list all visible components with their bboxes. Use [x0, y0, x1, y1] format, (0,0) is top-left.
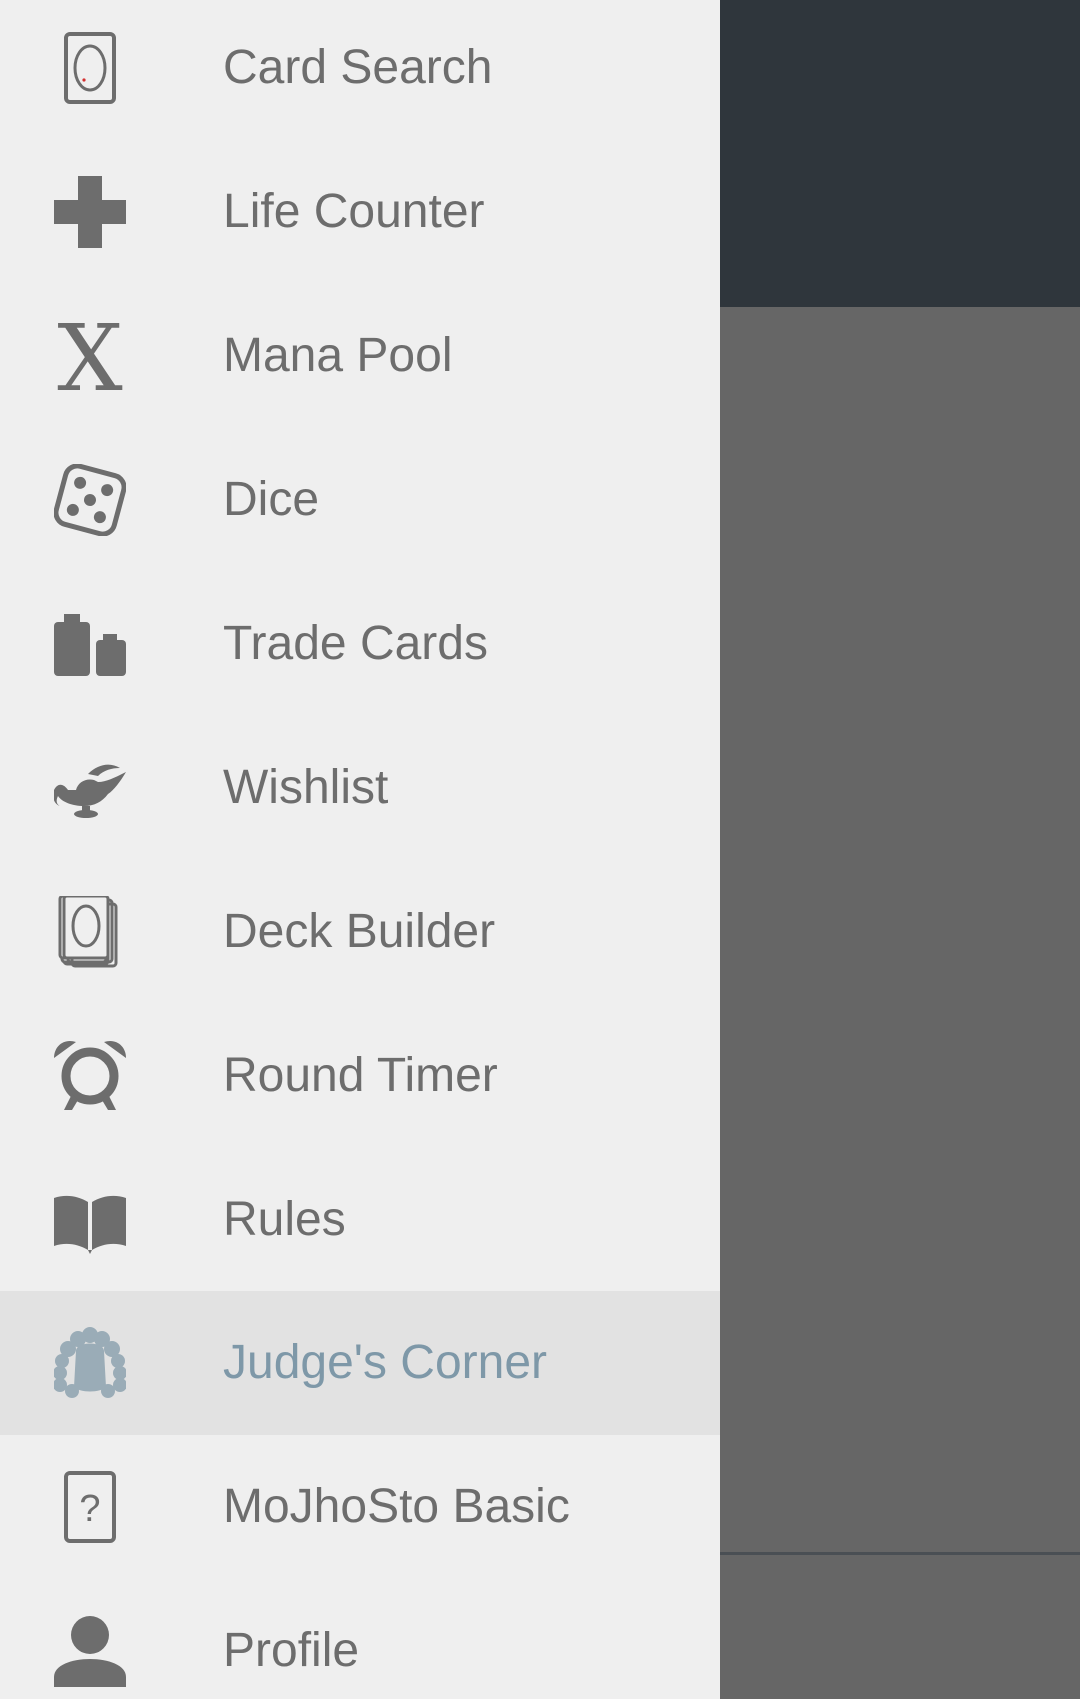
- nav-item-label: Life Counter: [223, 185, 485, 238]
- nav-item-wishlist[interactable]: Wishlist: [0, 716, 720, 860]
- x-icon: X: [54, 320, 126, 392]
- nav-item-label: Trade Cards: [223, 617, 488, 670]
- nav-item-label: MoJhoSto Basic: [223, 1480, 570, 1533]
- scale-weights-icon: [54, 608, 126, 680]
- question-card-icon: ?: [54, 1471, 126, 1543]
- alarm-clock-icon: [54, 1040, 126, 1112]
- nav-item-label: Round Timer: [223, 1049, 498, 1102]
- nav-item-trade-cards[interactable]: Trade Cards: [0, 572, 720, 716]
- svg-text:X: X: [57, 320, 123, 392]
- nav-item-label: Deck Builder: [223, 905, 496, 958]
- card-stack-icon: [54, 896, 126, 968]
- nav-item-dice[interactable]: Dice: [0, 428, 720, 572]
- nav-item-rules[interactable]: Rules: [0, 1148, 720, 1292]
- nav-item-label: Card Search: [223, 41, 493, 94]
- nav-item-label: Profile: [223, 1624, 360, 1677]
- nav-item-label: Wishlist: [223, 761, 389, 814]
- nav-item-judges-corner[interactable]: Judge's Corner: [0, 1291, 720, 1435]
- genie-lamp-icon: [54, 752, 126, 824]
- nav-item-label: Dice: [223, 473, 320, 526]
- person-icon: [54, 1615, 126, 1687]
- nav-item-profile[interactable]: Profile: [0, 1579, 720, 1699]
- nav-item-deck-builder[interactable]: Deck Builder: [0, 860, 720, 1004]
- nav-item-life-counter[interactable]: Life Counter: [0, 140, 720, 284]
- navigation-drawer: Card Search Life Counter X Mana Pool Dic…: [0, 0, 720, 1699]
- nav-item-card-search[interactable]: Card Search: [0, 0, 720, 140]
- nav-item-round-timer[interactable]: Round Timer: [0, 1004, 720, 1148]
- nav-item-label: Mana Pool: [223, 329, 453, 382]
- dice-icon: [54, 464, 126, 536]
- svg-text:?: ?: [79, 1488, 100, 1530]
- judge-wig-icon: [54, 1327, 126, 1399]
- open-book-icon: [54, 1184, 126, 1256]
- nav-item-mojhosto-basic[interactable]: ? MoJhoSto Basic: [0, 1435, 720, 1579]
- nav-item-label: Judge's Corner: [223, 1336, 547, 1389]
- plus-icon: [54, 176, 126, 248]
- nav-item-mana-pool[interactable]: X Mana Pool: [0, 284, 720, 428]
- nav-item-label: Rules: [223, 1193, 346, 1246]
- card-icon: [54, 32, 126, 104]
